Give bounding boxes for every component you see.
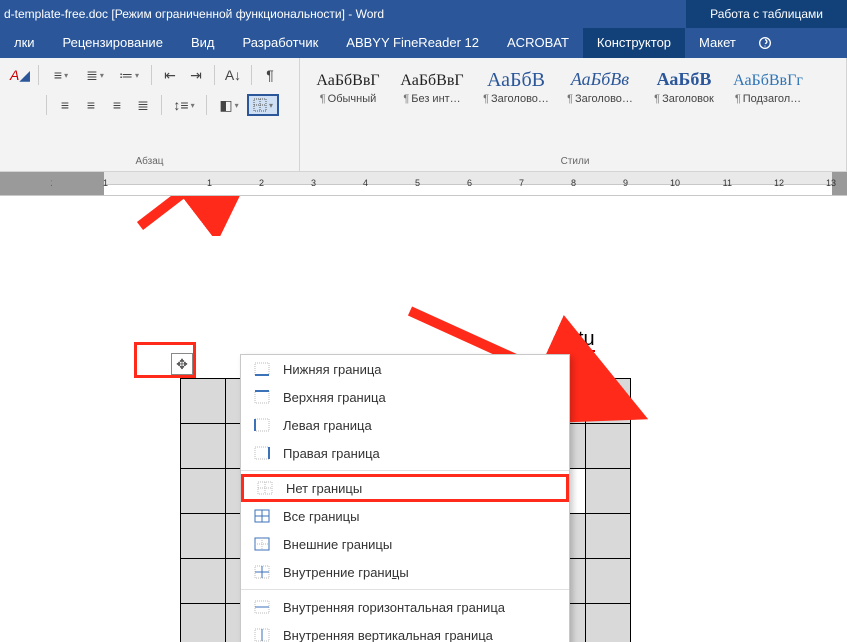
border-top-icon	[251, 388, 273, 406]
border-right-item[interactable]: Правая граница	[241, 439, 569, 467]
border-inside-v-item[interactable]: Внутренняя вертикальная граница	[241, 621, 569, 642]
tab-review[interactable]: Рецензирование	[49, 28, 177, 58]
ribbon: A◢ ≡ ≣ ≔ ⇤ ⇥ A↓ ¶ ≡ ≡ ≡ ≣ ↕	[0, 58, 847, 172]
paragraph-group-label: Абзац	[8, 156, 291, 169]
menu-separator	[241, 470, 569, 471]
tab-table-layout[interactable]: Макет	[685, 28, 750, 58]
border-inside-h-icon	[251, 598, 273, 616]
border-outside-item[interactable]: Внешние границы	[241, 530, 569, 558]
line-spacing-button[interactable]: ↕≡	[168, 94, 200, 116]
styles-group-label: Стили	[306, 156, 844, 169]
align-center-button[interactable]: ≡	[79, 94, 103, 116]
style-preview: АаБбВв	[559, 67, 641, 93]
border-inside-icon	[251, 563, 273, 581]
justify-button[interactable]: ≣	[131, 94, 155, 116]
style-3[interactable]: АаБбВв ¶Заголово…	[558, 64, 642, 110]
tab-view[interactable]: Вид	[177, 28, 229, 58]
borders-dropdown: Нижняя граница Верхняя граница Левая гра…	[240, 354, 570, 642]
numbering-button[interactable]: ≣	[79, 64, 111, 86]
style-preview: АаБбВ	[475, 67, 557, 93]
border-inside-item[interactable]: Внутренние границы	[241, 558, 569, 586]
style-name: ¶Обычный	[307, 93, 389, 105]
table-move-handle-highlight: ✥	[134, 342, 196, 378]
border-inside-label: Внутренние границы	[283, 565, 409, 580]
align-left-button[interactable]: ≡	[53, 94, 77, 116]
sort-button[interactable]: A↓	[221, 64, 245, 86]
style-preview: АаБбВвГ	[307, 67, 389, 93]
style-preview: АаБбВвГг	[727, 67, 809, 93]
border-all-icon	[251, 507, 273, 525]
tab-table-design[interactable]: Конструктор	[583, 28, 685, 58]
style-2[interactable]: АаБбВ ¶Заголово…	[474, 64, 558, 110]
style-name: ¶Без инт…	[391, 93, 473, 105]
style-preview: АаБбВ	[643, 67, 725, 93]
decrease-indent-button[interactable]: ⇤	[158, 64, 182, 86]
window-title: d-template-free.doc [Режим ограниченной …	[0, 7, 686, 21]
border-none-icon	[254, 479, 276, 497]
border-left-item[interactable]: Левая граница	[241, 411, 569, 439]
tab-acrobat[interactable]: ACROBAT	[493, 28, 583, 58]
border-bottom-item[interactable]: Нижняя граница	[241, 355, 569, 383]
clear-formatting-button[interactable]: A◢	[8, 64, 32, 86]
horizontal-ruler[interactable]: 2 1 1 2 3 4 5 6 7 8 9 10 11 12 13	[0, 172, 847, 196]
paragraph-group: A◢ ≡ ≣ ≔ ⇤ ⇥ A↓ ¶ ≡ ≡ ≡ ≣ ↕	[0, 58, 300, 171]
tab-references[interactable]: лки	[0, 28, 49, 58]
tab-abbyy[interactable]: ABBYY FineReader 12	[332, 28, 493, 58]
document-area[interactable]: ✥ tu е Нижняя граница Верхняя граница	[0, 196, 847, 642]
border-bottom-icon	[251, 360, 273, 378]
tell-me-icon[interactable]	[750, 28, 780, 58]
multilevel-button[interactable]: ≔	[113, 64, 145, 86]
border-top-item[interactable]: Верхняя граница	[241, 383, 569, 411]
annotation-arrow-to-button	[130, 196, 290, 236]
compat-mode: [Режим ограниченной функциональности]	[111, 7, 345, 21]
align-right-button[interactable]: ≡	[105, 94, 129, 116]
style-name: ¶Подзагол…	[727, 93, 809, 105]
title-bar: d-template-free.doc [Режим ограниченной …	[0, 0, 847, 28]
show-marks-button[interactable]: ¶	[258, 64, 282, 86]
tab-developer[interactable]: Разработчик	[228, 28, 332, 58]
table-tools-context: Работа с таблицами	[686, 0, 847, 28]
style-1[interactable]: АаБбВвГ ¶Без инт…	[390, 64, 474, 110]
menu-separator	[241, 589, 569, 590]
file-name: d-template-free.doc	[4, 7, 108, 21]
shading-button[interactable]: ◧	[213, 94, 245, 116]
style-preview: АаБбВвГ	[391, 67, 473, 93]
style-0[interactable]: АаБбВвГ ¶Обычный	[306, 64, 390, 110]
border-none-item[interactable]: Нет границы	[241, 474, 569, 502]
border-inside-h-item[interactable]: Внутренняя горизонтальная граница	[241, 593, 569, 621]
styles-group: АаБбВвГ ¶ОбычныйАаБбВвГ ¶Без инт…АаБбВ ¶…	[300, 58, 847, 171]
border-inside-v-icon	[251, 626, 273, 642]
increase-indent-button[interactable]: ⇥	[184, 64, 208, 86]
bullets-button[interactable]: ≡	[45, 64, 77, 86]
style-5[interactable]: АаБбВвГг ¶Подзагол…	[726, 64, 810, 110]
borders-button[interactable]	[247, 94, 279, 116]
border-right-icon	[251, 444, 273, 462]
border-outside-icon	[251, 535, 273, 553]
doc-text-fragment: tu	[578, 328, 595, 351]
table-move-handle[interactable]: ✥	[171, 353, 193, 375]
style-name: ¶Заголово…	[559, 93, 641, 105]
border-left-icon	[251, 416, 273, 434]
style-name: ¶Заголовок	[643, 93, 725, 105]
style-name: ¶Заголово…	[475, 93, 557, 105]
app-name: Word	[356, 7, 384, 21]
ribbon-tabs: лки Рецензирование Вид Разработчик ABBYY…	[0, 28, 847, 58]
style-4[interactable]: АаБбВ ¶Заголовок	[642, 64, 726, 110]
border-all-item[interactable]: Все границы	[241, 502, 569, 530]
